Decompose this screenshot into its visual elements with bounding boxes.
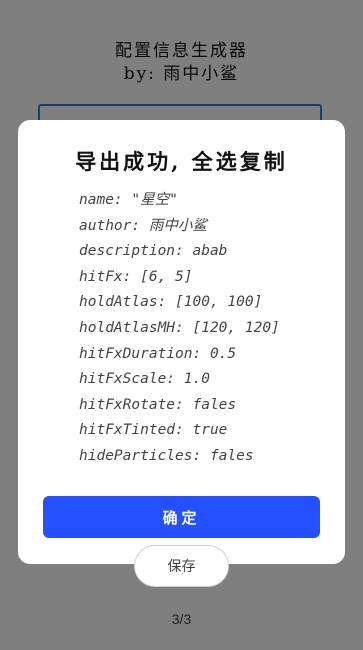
page-indicator: 3/3: [171, 611, 192, 627]
config-line-hitfxscale: hitFxScale: 1.0: [79, 371, 210, 388]
config-line-hitfxrotate: hitFxRotate: fales: [79, 396, 237, 413]
config-line-hideparticles: hideParticles: fales: [79, 447, 254, 464]
confirm-button[interactable]: 确定: [43, 496, 320, 538]
config-line-name: name: "星空": [79, 192, 178, 208]
config-line-hitfxtinted: hitFxTinted: true: [79, 422, 228, 439]
dialog-title: 导出成功, 全选复制: [75, 149, 288, 174]
config-line-description: description: abab: [79, 243, 228, 260]
config-line-hitfxduration: hitFxDuration: 0.5: [79, 345, 237, 362]
export-success-dialog: 导出成功, 全选复制 name: "星空" author: 雨中小鲨 descr…: [18, 120, 345, 564]
config-output[interactable]: name: "星空" author: 雨中小鲨 description: aba…: [79, 188, 280, 470]
config-line-holdatlas: holdAtlas: [100, 100]: [79, 294, 263, 311]
app-screen: 配置信息生成器 by: 雨中小鲨 保存 3/3 导出成功, 全选复制 name:…: [0, 0, 363, 650]
save-button[interactable]: 保存: [134, 545, 229, 587]
config-line-author: author: 雨中小鲨: [79, 217, 207, 234]
config-line-holdatlasmh: holdAtlasMH: [120, 120]: [79, 319, 280, 336]
config-line-hitfx: hitFx: [6, 5]: [79, 268, 193, 285]
